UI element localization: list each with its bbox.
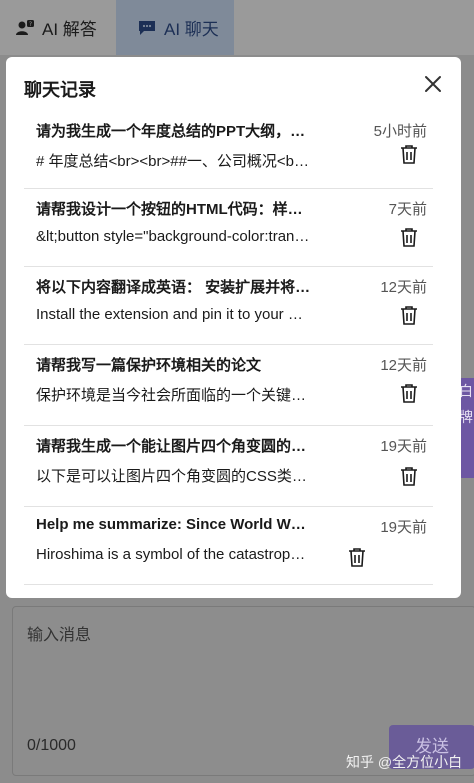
tab-label: AI 解答 [42,20,97,39]
history-item-time: 12天前 [380,279,427,296]
history-item-title: Help me summarize: Since World W… [36,516,306,533]
top-bar: ? AI 解答 AI 聊天 [0,0,474,55]
message-composer[interactable]: 输入消息 0/1000 发送 [12,606,474,776]
history-item-snippet: &lt;button style="background-color:tran… [36,228,310,245]
history-item[interactable]: 将以下内容翻译成英语： 安装扩展并将… Install the extensio… [24,267,433,345]
history-item[interactable]: 请帮我生成一个能让图片四个角变圆的… 以下是可以让图片四个角变圆的CSS类… 1… [24,426,433,507]
watermark: 知乎 @全方位小白 [346,754,463,770]
history-item-time: 19天前 [380,438,427,455]
chat-history-modal: 聊天记录 请为我生成一个年度总结的PPT大纲，… # 年度总结<br><br>#… [6,57,461,598]
tab-ai-chat[interactable]: AI 聊天 [116,0,234,55]
tab-ai-answer[interactable]: ? AI 解答 [16,0,97,55]
tab-label: AI 聊天 [164,20,219,39]
svg-text:?: ? [29,21,32,28]
history-item-time: 5小时前 [373,123,427,140]
trash-icon[interactable] [400,227,418,247]
history-item-title: 请帮我写一篇保护环境相关的论文 [36,357,262,374]
trash-icon[interactable] [400,144,418,164]
history-item-time: 12天前 [380,357,427,374]
history-item-title: 请帮我生成一个能让图片四个角变圆的… [36,438,307,455]
trash-icon[interactable] [348,547,366,567]
history-item-time: 19天前 [380,519,427,536]
trash-icon[interactable] [400,305,418,325]
trash-icon[interactable] [400,466,418,486]
history-list: 请为我生成一个年度总结的PPT大纲，… # 年度总结<br><br>##一、公司… [24,111,433,585]
history-item[interactable]: 请帮我设计一个按钮的HTML代码：样… &lt;button style="ba… [24,189,433,267]
history-item-snippet: # 年度总结<br><br>##一、公司概况<b… [36,153,310,170]
chat-icon [139,20,155,35]
history-item-snippet: Hiroshima is a symbol of the catastrop… [36,546,306,563]
message-input-placeholder: 输入消息 [27,627,92,644]
trash-icon[interactable] [400,383,418,403]
history-item-snippet: 以下是可以让图片四个角变圆的CSS类… [36,468,307,485]
history-item-title: 将以下内容翻译成英语： 安装扩展并将… [36,279,311,296]
history-item-title: 请帮我设计一个按钮的HTML代码：样… [36,201,303,218]
history-item[interactable]: 请帮我写一篇保护环境相关的论文 保护环境是当今社会所面临的一个关键… 12天前 [24,345,433,426]
history-item-title: 请为我生成一个年度总结的PPT大纲，… [36,123,306,140]
history-item-snippet: 保护环境是当今社会所面临的一个关键… [36,387,307,404]
character-counter: 0/1000 [27,737,76,754]
modal-title: 聊天记录 [24,80,96,100]
history-item[interactable]: Help me summarize: Since World W… Hirosh… [24,507,433,585]
close-icon[interactable] [422,73,444,95]
side-tab-text: 白牌 [459,383,473,425]
user-question-icon: ? [16,19,34,35]
history-item-snippet: Install the extension and pin it to your… [36,306,303,323]
history-item-time: 7天前 [388,201,427,218]
history-item[interactable]: 请为我生成一个年度总结的PPT大纲，… # 年度总结<br><br>##一、公司… [24,111,433,189]
